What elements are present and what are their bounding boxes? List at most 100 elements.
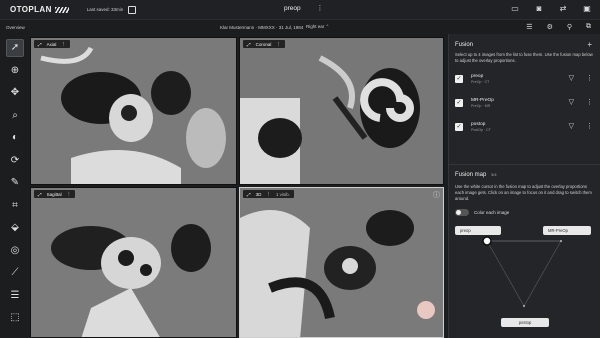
checkbox-checked-icon[interactable]: ✓ <box>455 123 463 131</box>
document-title-text: preop <box>284 5 301 12</box>
window-icon[interactable]: ▣ <box>582 4 592 13</box>
pointer-tool-icon[interactable]: ➚ <box>6 38 24 57</box>
3d-label[interactable]: ⤢ 3D ⋮ 1 visib. <box>243 190 294 198</box>
overview-link[interactable]: Overview <box>6 25 25 30</box>
sub-bar: Overview Klar Mustermann · MMXXX · 31 Ju… <box>0 20 448 34</box>
axial-label[interactable]: ⤢ Axial ⋮ <box>34 40 70 48</box>
selection-tool-icon[interactable]: ⬚ <box>6 309 24 327</box>
crosshair-tool-icon[interactable]: ⊕ <box>6 61 24 79</box>
top-actions: ▭ ◙ ⇄ ▣ <box>510 4 592 13</box>
checkbox-checked-icon[interactable]: ✓ <box>455 75 463 83</box>
fusion-description: Select up to 4 images from the list to f… <box>455 52 593 63</box>
coronal-label-text: Coronal <box>255 41 272 47</box>
image-sub-text: PostOp · CT <box>471 128 491 132</box>
tool-bar: ➚ ⊕ ✥ ⌕ ◐ ⟳ ✎ ⌗ ⬙ ◎ ⟋ ☰ ⬚ <box>0 34 30 338</box>
image-name: MR-PreOp PreOp · MR <box>471 98 494 108</box>
filter-icon[interactable]: ▽ <box>569 74 574 82</box>
expand-icon[interactable]: ⤢ <box>247 192 251 197</box>
image-menu-icon[interactable]: ⋮ <box>586 122 593 130</box>
image-tools: ▽ ⋮ <box>569 74 593 82</box>
image-sub-text: PreOp · MR <box>471 104 491 108</box>
fusion-chip-preop[interactable]: preop <box>455 226 501 235</box>
fusion-map-title: Fusion map 3/4 <box>455 172 497 178</box>
expand-icon[interactable]: ⤢ <box>247 42 251 47</box>
pan-tool-icon[interactable]: ✥ <box>6 84 24 102</box>
image-menu-icon[interactable]: ⋮ <box>586 74 593 82</box>
fill-tool-icon[interactable]: ⬙ <box>6 219 24 237</box>
filter-icon[interactable]: ▽ <box>569 122 574 130</box>
image-name-text: preop <box>471 74 484 79</box>
fusion-chip-mr-preop[interactable]: MR-PreOp <box>543 226 591 235</box>
image-name: postop PostOp · CT <box>471 122 491 132</box>
coronal-scan-image <box>240 38 443 184</box>
expand-icon[interactable]: ⤢ <box>38 42 42 47</box>
color-toggle[interactable] <box>455 209 469 216</box>
image-row-mr-preop[interactable]: ✓ MR-PreOp PreOp · MR ▽ ⋮ <box>455 92 595 114</box>
sagittal-scan-image <box>31 188 236 337</box>
measure-tool-icon[interactable]: ⟋ <box>6 264 24 282</box>
panel-toolbar: ☰ ⚙ ⚲ ⧉ <box>449 20 600 34</box>
fusion-map-description: Use the white cursor in the fusion map t… <box>455 184 592 201</box>
3d-scan-image <box>240 188 443 337</box>
axial-scan-image <box>31 38 236 184</box>
save-icon[interactable] <box>128 5 137 14</box>
fusion-icon[interactable]: ⧉ <box>586 23 591 31</box>
app-logo: OTOPLAN <box>10 5 69 14</box>
image-name: preop PreOp · CT <box>471 74 489 84</box>
fusion-cursor[interactable] <box>482 236 492 246</box>
image-sub-text: PreOp · CT <box>471 80 490 84</box>
image-tools: ▽ ⋮ <box>569 98 593 106</box>
layers-icon[interactable]: ☰ <box>526 23 532 31</box>
checkbox-checked-icon[interactable]: ✓ <box>455 99 463 107</box>
document-title[interactable]: preop ⋮ <box>284 5 323 12</box>
3d-extra-text: 1 visib. <box>275 191 290 197</box>
sagittal-label[interactable]: ⤢ Sagittal ⋮ <box>34 190 76 198</box>
zoom-tool-icon[interactable]: ⌕ <box>6 106 24 124</box>
draw-tool-icon[interactable]: ✎ <box>6 174 24 192</box>
coronal-label[interactable]: ⤢ Coronal ⋮ <box>243 40 285 48</box>
image-row-postop[interactable]: ✓ postop PostOp · CT ▽ ⋮ <box>455 116 595 138</box>
rotate-tool-icon[interactable]: ⟳ <box>6 151 24 169</box>
coronal-viewport[interactable]: ⤢ Coronal ⋮ <box>239 37 444 185</box>
divider <box>449 164 600 165</box>
axial-viewport[interactable]: ⤢ Axial ⋮ <box>30 37 237 185</box>
image-name-text: postop <box>471 122 486 127</box>
coronal-menu-icon[interactable]: ⋮ <box>276 41 281 47</box>
document-menu-icon[interactable]: ⋮ <box>316 5 323 12</box>
image-row-preop[interactable]: ✓ preop PreOp · CT ▽ ⋮ <box>455 68 595 90</box>
ear-selector[interactable]: Right ear ⌃ <box>306 24 329 30</box>
logo-stripes-icon <box>54 6 69 13</box>
image-name-text: MR-PreOp <box>471 98 494 103</box>
axial-menu-icon[interactable]: ⋮ <box>61 41 66 47</box>
target-tool-icon[interactable]: ◎ <box>6 241 24 259</box>
3d-viewport[interactable]: ⤢ 3D ⋮ 1 visib. ⓘ <box>239 187 444 338</box>
filter-icon[interactable]: ▽ <box>569 98 574 106</box>
add-image-icon[interactable]: + <box>587 40 592 49</box>
video-icon[interactable]: ▭ <box>510 4 520 13</box>
adjust-icon[interactable]: ⚙ <box>547 23 553 31</box>
pin-icon[interactable]: ⚲ <box>567 23 572 31</box>
image-tools: ▽ ⋮ <box>569 122 593 130</box>
window-level-tool-icon[interactable]: ◐ <box>6 129 24 147</box>
expand-icon[interactable]: ⤢ <box>38 192 42 197</box>
fusion-title: Fusion <box>455 42 474 48</box>
viewport-grid: ⤢ Axial ⋮ ⤢ Coronal ⋮ ⤢ Sagittal ⋮ ⤢ 3D … <box>30 37 444 338</box>
color-toggle-label: Color each image <box>474 210 510 215</box>
patient-info: Klar Mustermann · MMXXX · 31 Jul, 1984 <box>220 24 304 30</box>
3d-menu-icon[interactable]: ⋮ <box>266 191 271 197</box>
translate-icon[interactable]: ⇄ <box>558 4 568 13</box>
sagittal-viewport[interactable]: ⤢ Sagittal ⋮ <box>30 187 237 338</box>
sagittal-label-text: Sagittal <box>46 191 62 197</box>
comment-tool-icon[interactable]: ☰ <box>6 286 24 304</box>
camera-icon[interactable]: ◙ <box>534 4 544 13</box>
fusion-chip-postop[interactable]: postop <box>501 318 549 327</box>
sagittal-menu-icon[interactable]: ⋮ <box>67 191 72 197</box>
app-logo-text: OTOPLAN <box>10 5 52 14</box>
last-saved-status: Last saved: 33min <box>86 7 124 12</box>
help-icon[interactable]: ⓘ <box>433 190 440 200</box>
image-menu-icon[interactable]: ⋮ <box>586 98 593 106</box>
crop-tool-icon[interactable]: ⌗ <box>6 196 24 214</box>
fusion-panel: ☰ ⚙ ⚲ ⧉ Fusion + Select up to 4 images f… <box>448 23 600 338</box>
fusion-map-title-text: Fusion map <box>455 172 487 178</box>
fusion-map-badge: 3/4 <box>491 172 497 177</box>
